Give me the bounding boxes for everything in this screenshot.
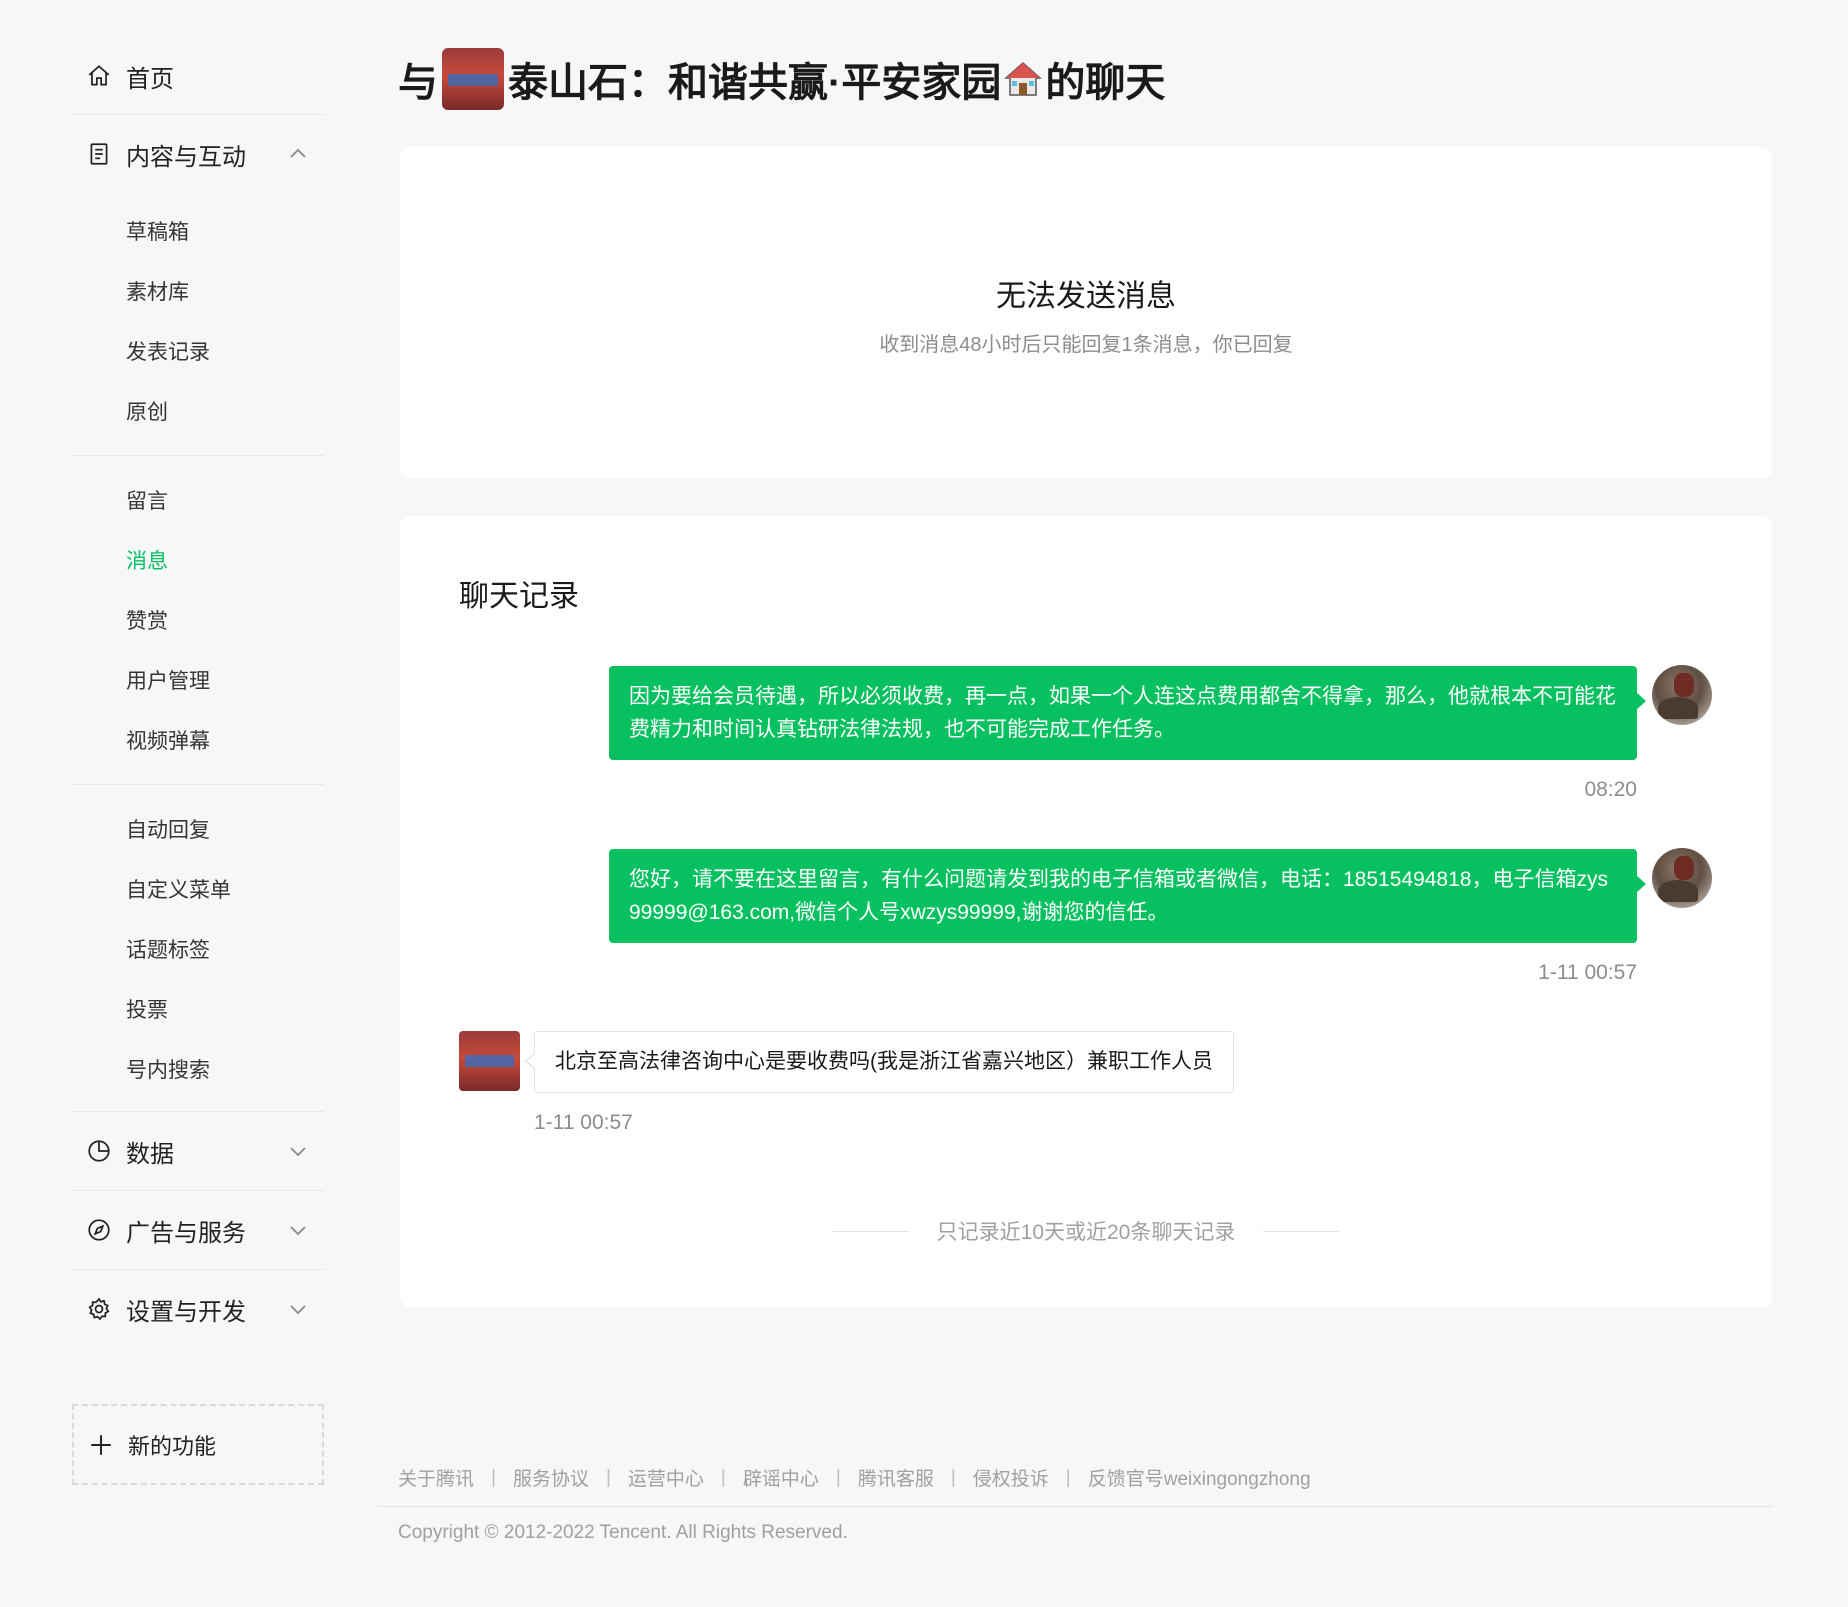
chat-message-outgoing: 因为要给会员待遇，所以必须收费，再一点，如果一个人连这点费用都舍不得拿，那么，他… <box>609 666 1646 802</box>
message-time: 1-11 00:57 <box>1538 961 1637 984</box>
footer-link-infringement[interactable]: 侵权投诉 <box>973 1464 1049 1491</box>
sidebar-divider <box>72 455 324 456</box>
divider <box>1263 1230 1340 1232</box>
chevron-up-icon[interactable] <box>286 142 310 166</box>
sidebar-item-account-search[interactable]: 号内搜索 <box>72 1039 324 1099</box>
footer-separator: | <box>720 1466 726 1488</box>
chat-history-card: 聊天记录 因为要给会员待遇，所以必须收费，再一点，如果一个人连这点费用都舍不得拿… <box>400 516 1772 1307</box>
pie-chart-icon <box>86 1138 112 1164</box>
notice-title: 无法发送消息 <box>996 280 1176 313</box>
footer-divider <box>378 1506 1772 1507</box>
chevron-down-icon[interactable] <box>286 1139 310 1163</box>
footer-link-feedback-account[interactable]: 反馈官号weixingongzhong <box>1088 1464 1311 1491</box>
title-suffix: 的聊天 <box>1045 61 1166 105</box>
footer-separator: | <box>1065 1466 1071 1488</box>
gear-icon <box>86 1296 112 1322</box>
own-avatar <box>1652 665 1712 725</box>
footer-link-service-agreement[interactable]: 服务协议 <box>513 1464 589 1491</box>
new-features-label: 新的功能 <box>128 1433 217 1459</box>
sidebar-item-topic-tags[interactable]: 话题标签 <box>72 919 324 979</box>
document-icon <box>86 141 112 167</box>
sidebar-item-auto-reply[interactable]: 自动回复 <box>72 799 324 859</box>
sidebar-group-content[interactable]: 内容与互动 <box>72 115 324 193</box>
footer-separator: | <box>491 1466 496 1488</box>
chat-history-title: 聊天记录 <box>459 580 579 613</box>
sidebar-item-rewards[interactable]: 赞赏 <box>72 590 324 650</box>
chevron-down-icon[interactable] <box>286 1297 310 1321</box>
sidebar-item-vote[interactable]: 投票 <box>72 979 324 1039</box>
footer-link-about[interactable]: 关于腾讯 <box>398 1464 474 1491</box>
sidebar-group-label: 设置与开发 <box>126 1298 246 1326</box>
sidebar-item-label: 首页 <box>126 65 174 93</box>
sidebar-item-original[interactable]: 原创 <box>72 381 324 441</box>
home-icon <box>86 63 112 89</box>
record-note-text: 只记录近10天或近20条聊天记录 <box>936 1221 1236 1244</box>
sidebar-group-data[interactable]: 数据 <box>72 1112 324 1190</box>
footer-link-rumor-center[interactable]: 辟谣中心 <box>743 1464 819 1491</box>
footer-link-operations-center[interactable]: 运营中心 <box>628 1464 704 1491</box>
house-emoji-icon <box>1003 59 1043 99</box>
footer-link-customer-service[interactable]: 腾讯客服 <box>858 1464 934 1491</box>
sidebar-item-drafts[interactable]: 草稿箱 <box>72 201 324 261</box>
plus-icon <box>88 1432 114 1458</box>
compass-icon <box>86 1217 112 1243</box>
sidebar-item-publish-history[interactable]: 发表记录 <box>72 321 324 381</box>
chevron-down-icon[interactable] <box>286 1218 310 1242</box>
chat-message-outgoing: 您好，请不要在这里留言，有什么问题请发到我的电子信箱或者微信，电话：185154… <box>609 849 1646 985</box>
message-time: 08:20 <box>1584 778 1637 801</box>
message-time: 1-11 00:57 <box>534 1111 633 1134</box>
send-restriction-card: 无法发送消息 收到消息48小时后只能回复1条消息，你已回复 <box>400 147 1772 479</box>
user-avatar <box>442 48 504 110</box>
message-bubble: 您好，请不要在这里留言，有什么问题请发到我的电子信箱或者微信，电话：185154… <box>609 849 1646 943</box>
notice-description: 收到消息48小时后只能回复1条消息，你已回复 <box>879 334 1293 356</box>
sidebar-item-materials[interactable]: 素材库 <box>72 261 324 321</box>
sidebar-item-video-danmaku[interactable]: 视频弹幕 <box>72 710 324 770</box>
page-title: 与 泰山石：和谐共赢·平安家园 的聊天 <box>398 48 1165 110</box>
sidebar-submenu-content: 草稿箱 素材库 发表记录 原创 留言 消息 赞赏 用户管理 视频弹幕 自动回复 … <box>72 193 324 1111</box>
sidebar-group-settings[interactable]: 设置与开发 <box>72 1270 324 1348</box>
title-prefix: 与 <box>398 61 438 105</box>
sidebar-group-ads[interactable]: 广告与服务 <box>72 1191 324 1269</box>
own-avatar <box>1652 848 1712 908</box>
sidebar-item-home[interactable]: 首页 <box>72 38 324 115</box>
new-features-button[interactable]: 新的功能 <box>72 1404 324 1485</box>
sidebar-group-label: 内容与互动 <box>126 143 246 171</box>
divider <box>832 1230 909 1232</box>
sidebar-item-messages[interactable]: 消息 <box>72 530 324 590</box>
copyright: Copyright © 2012-2022 Tencent. All Right… <box>398 1522 848 1543</box>
footer-separator: | <box>835 1466 841 1488</box>
sidebar-group-label: 数据 <box>126 1140 174 1168</box>
sidebar: 首页 内容与互动 草稿箱 素材库 发表记录 原创 留言 消息 赞赏 用户管理 视… <box>72 38 324 1485</box>
footer-separator: | <box>950 1466 956 1488</box>
chat-record-note: 只记录近10天或近20条聊天记录 <box>400 1216 1772 1246</box>
message-bubble: 因为要给会员待遇，所以必须收费，再一点，如果一个人连这点费用都舍不得拿，那么，他… <box>609 666 1646 760</box>
user-avatar <box>459 1031 520 1091</box>
message-bubble: 北京至高法律咨询中心是要收费吗(我是浙江省嘉兴地区）兼职工作人员 <box>525 1031 1234 1093</box>
footer-separator: | <box>605 1466 611 1488</box>
sidebar-item-custom-menu[interactable]: 自定义菜单 <box>72 859 324 919</box>
sidebar-divider <box>72 784 324 785</box>
title-user-name: 泰山石：和谐共赢·平安家园 <box>508 61 1002 105</box>
sidebar-group-label: 广告与服务 <box>126 1219 246 1247</box>
sidebar-item-user-management[interactable]: 用户管理 <box>72 650 324 710</box>
footer-links: 关于腾讯 | 服务协议 | 运营中心 | 辟谣中心 | 腾讯客服 | 侵权投诉 … <box>398 1464 1311 1491</box>
sidebar-item-comments[interactable]: 留言 <box>72 470 324 530</box>
